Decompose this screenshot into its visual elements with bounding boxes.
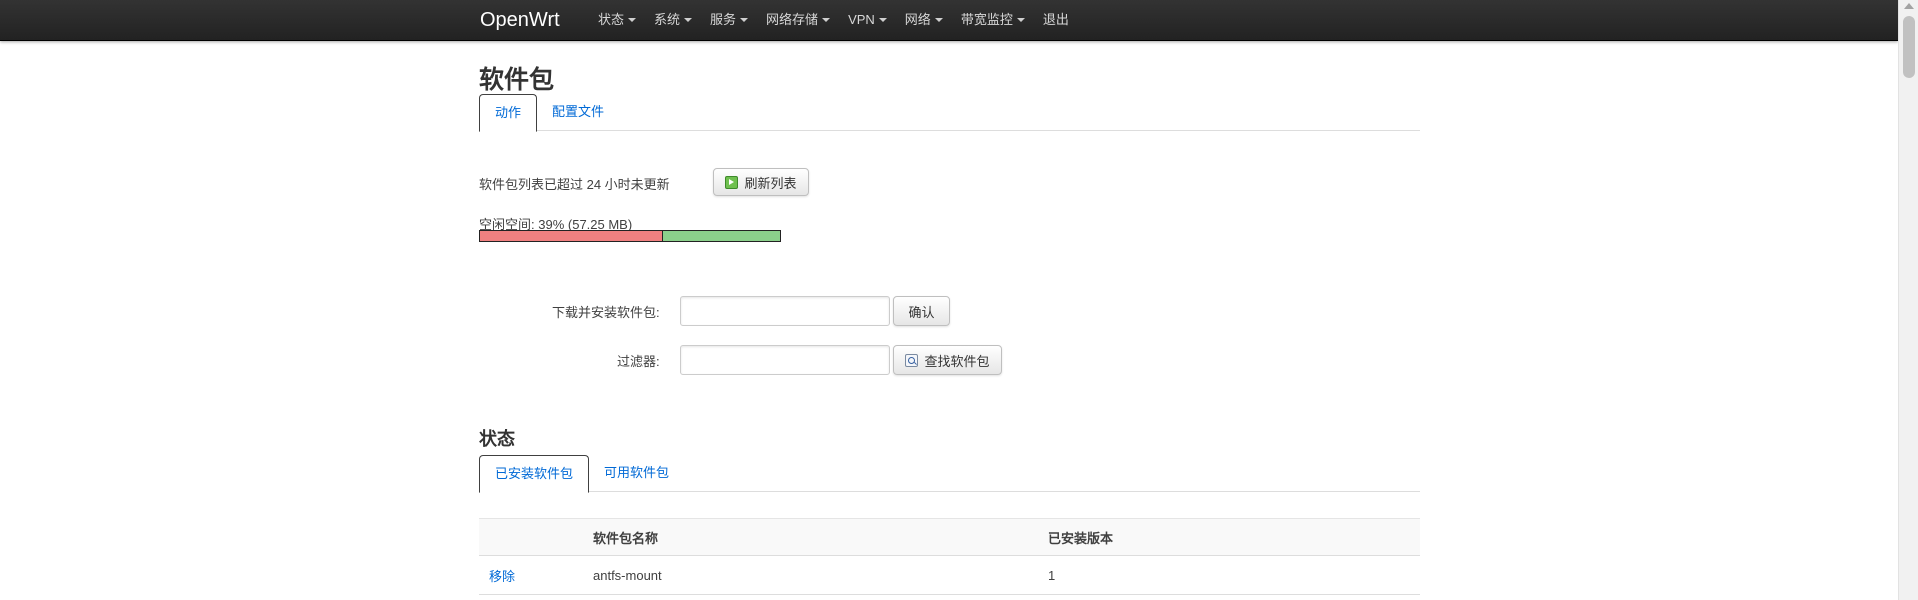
- disk-free-segment: [663, 231, 780, 241]
- menu-vpn-label: VPN: [848, 12, 875, 27]
- menu-bandwidth[interactable]: 带宽监控: [952, 0, 1034, 40]
- find-package-label: 查找软件包: [924, 353, 990, 369]
- package-version-cell: 1: [1048, 555, 1420, 595]
- header-action: [479, 518, 593, 556]
- disk-usage-bar: [479, 230, 781, 242]
- tab-config-files[interactable]: 配置文件: [537, 94, 619, 129]
- menu-logout[interactable]: 退出: [1034, 0, 1078, 40]
- confirm-button[interactable]: 确认: [893, 296, 950, 326]
- brand-logo[interactable]: OpenWrt: [480, 9, 560, 32]
- find-package-button[interactable]: 查找软件包: [893, 345, 1002, 375]
- caret-down-icon: [878, 18, 887, 22]
- download-package-input[interactable]: [680, 296, 890, 326]
- main-menu: 状态 系统 服务 网络存储 VPN 网络 带宽监控 退出: [589, 0, 1078, 40]
- caret-down-icon: [822, 18, 831, 22]
- search-icon: [905, 353, 919, 367]
- caret-down-icon: [628, 18, 637, 22]
- tab-actions[interactable]: 动作: [479, 94, 538, 132]
- update-notice: 软件包列表已超过 24 小时未更新: [479, 177, 670, 192]
- refresh-list-button[interactable]: 刷新列表: [713, 168, 809, 196]
- scroll-up-arrow-icon[interactable]: [1904, 3, 1914, 9]
- refresh-icon: [725, 175, 739, 189]
- page-tabs: 动作 配置文件: [479, 94, 1420, 132]
- menu-status[interactable]: 状态: [589, 0, 645, 40]
- menu-logout-label: 退出: [1042, 12, 1069, 27]
- filter-input[interactable]: [680, 345, 890, 375]
- menu-status-label: 状态: [598, 12, 625, 27]
- menu-network-label: 网络: [904, 12, 931, 27]
- table-row: 移除 antfs-mount 1: [479, 555, 1420, 595]
- menu-services[interactable]: 服务: [701, 0, 757, 40]
- menu-vpn[interactable]: VPN: [839, 0, 896, 40]
- tab-available-packages[interactable]: 可用软件包: [589, 455, 684, 490]
- menu-system-label: 系统: [654, 12, 681, 27]
- scrollbar-thumb[interactable]: [1903, 16, 1915, 78]
- confirm-label: 确认: [908, 304, 935, 320]
- header-package-name: 软件包名称: [593, 518, 1048, 556]
- package-name-cell: antfs-mount: [593, 555, 1048, 595]
- top-navbar: OpenWrt 状态 系统 服务 网络存储 VPN 网络 带宽监控 退出: [0, 0, 1898, 41]
- row-action-cell: 移除: [479, 555, 593, 595]
- menu-system[interactable]: 系统: [645, 0, 701, 40]
- menu-nas-label: 网络存储: [766, 12, 819, 27]
- caret-down-icon: [1016, 18, 1025, 22]
- status-section-title: 状态: [479, 429, 515, 449]
- refresh-list-label: 刷新列表: [744, 175, 797, 191]
- page-scrollbar[interactable]: [1898, 0, 1918, 600]
- remove-package-link[interactable]: 移除: [489, 569, 515, 584]
- menu-services-label: 服务: [710, 12, 737, 27]
- disk-used-segment: [480, 231, 663, 241]
- table-header-row: 软件包名称 已安装版本: [479, 518, 1420, 556]
- tab-installed-packages[interactable]: 已安装软件包: [479, 455, 590, 493]
- filter-label: 过滤器:: [617, 354, 660, 369]
- caret-down-icon: [740, 18, 749, 22]
- menu-network[interactable]: 网络: [896, 0, 952, 40]
- page-title: 软件包: [479, 66, 555, 94]
- caret-down-icon: [684, 18, 693, 22]
- header-installed-version: 已安装版本: [1048, 518, 1420, 556]
- menu-bandwidth-label: 带宽监控: [960, 12, 1013, 27]
- menu-nas[interactable]: 网络存储: [757, 0, 839, 40]
- download-install-label: 下载并安装软件包:: [552, 305, 660, 320]
- installed-packages-table: 软件包名称 已安装版本 移除 antfs-mount 1: [479, 518, 1420, 595]
- caret-down-icon: [934, 18, 943, 22]
- status-tabs: 已安装软件包 可用软件包: [479, 455, 1420, 493]
